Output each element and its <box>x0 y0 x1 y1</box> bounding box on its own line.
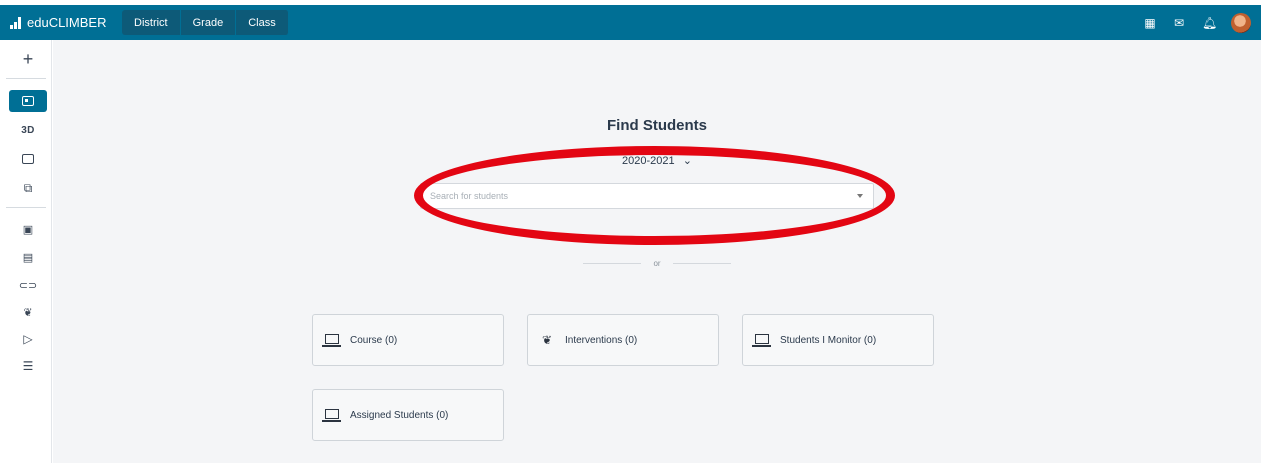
tab-grade[interactable]: Grade <box>180 10 237 35</box>
dropdown-caret-icon[interactable] <box>857 194 863 198</box>
search-input[interactable] <box>430 191 857 201</box>
app-logo[interactable]: eduCLIMBER <box>0 15 122 30</box>
school-year-value: 2020-2021 <box>622 155 675 167</box>
app-name: eduCLIMBER <box>27 15 107 30</box>
card-label: Interventions (0) <box>565 334 638 346</box>
top-navbar: eduCLIMBER District Grade Class ▦ ✉ 🔔︎ <box>0 5 1261 40</box>
sidebar-tool-tag[interactable]: ⊂⊃ <box>9 274 47 296</box>
sidebar-item-assessment[interactable] <box>9 148 47 170</box>
card-label: Students I Monitor (0) <box>780 334 877 346</box>
course-card[interactable]: Course (0) <box>312 314 504 366</box>
calendar-icon[interactable]: ▦ <box>1144 16 1156 30</box>
calendar-icon: ▣ <box>22 223 34 236</box>
sidebar-tool-calendar[interactable]: ▣ <box>9 218 47 240</box>
card-label: Assigned Students (0) <box>350 409 449 421</box>
sidebar-tool-intervention[interactable]: ❦ <box>9 301 47 323</box>
assigned-students-card[interactable]: Assigned Students (0) <box>312 389 504 441</box>
or-text: or <box>653 259 661 268</box>
student-card-icon <box>22 96 34 106</box>
sidebar-divider <box>6 78 46 79</box>
laptop-icon <box>752 334 771 347</box>
sidebar-item-student-card[interactable] <box>9 90 47 112</box>
mail-icon[interactable]: ✉ <box>1173 16 1185 30</box>
sidebar-divider <box>6 207 46 208</box>
page-title: Find Students <box>607 117 707 134</box>
logo-bars-icon <box>10 16 21 29</box>
user-avatar[interactable] <box>1231 12 1251 33</box>
sidebar-tool-clipboard[interactable]: ▤ <box>9 246 47 268</box>
puzzle-icon: ⧉ <box>23 180 33 195</box>
tag-icon: ⊂⊃ <box>18 279 38 292</box>
school-year-select[interactable]: 2020-2021 ⌄ <box>53 154 1261 167</box>
left-sidebar: + 3D ⧉ ▣ ▤ ⊂⊃ ❦ ▷ ☰ <box>0 40 52 463</box>
scope-tabs: District Grade Class <box>122 10 289 35</box>
main-content: Find Students 2020-2021 ⌄ or Course (0) … <box>53 40 1261 463</box>
assessment-icon <box>22 154 34 164</box>
flag-icon: ▷ <box>23 332 33 346</box>
checklist-icon: ☰ <box>22 359 34 373</box>
bell-icon[interactable]: 🔔︎ <box>1202 16 1217 30</box>
laptop-icon <box>322 409 341 422</box>
tab-district[interactable]: District <box>122 10 181 35</box>
students-i-monitor-card[interactable]: Students I Monitor (0) <box>742 314 934 366</box>
tab-class[interactable]: Class <box>236 10 289 35</box>
clipboard-icon: ▤ <box>22 251 34 264</box>
student-search[interactable] <box>420 183 874 209</box>
sidebar-tool-checklist[interactable]: ☰ <box>9 355 47 377</box>
sidebar-tool-flag[interactable]: ▷ <box>9 328 47 350</box>
chevron-down-icon: ⌄ <box>682 155 692 167</box>
interventions-card[interactable]: ❦ Interventions (0) <box>527 314 719 366</box>
or-separator: or <box>583 259 731 268</box>
intervention-icon: ❦ <box>23 306 33 319</box>
card-label: Course (0) <box>350 334 398 346</box>
hands-icon: ❦ <box>541 333 553 347</box>
laptop-icon <box>322 334 341 347</box>
sidebar-item-puzzle[interactable]: ⧉ <box>9 177 47 199</box>
add-button[interactable]: + <box>9 48 47 70</box>
sidebar-item-3d[interactable]: 3D <box>9 119 47 141</box>
